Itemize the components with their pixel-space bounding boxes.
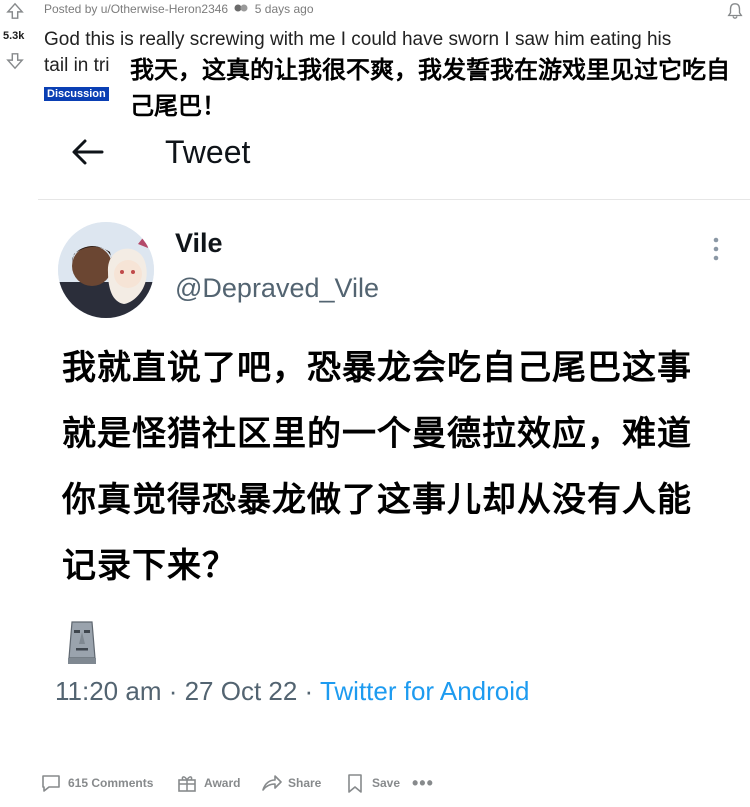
post-title-line2: tail in tri <box>44 55 110 76</box>
more-options-icon <box>708 235 724 265</box>
post-author[interactable]: Posted by u/Otherwise-Heron2346 <box>44 2 228 16</box>
share-icon <box>262 775 282 791</box>
vote-column: 5.3k <box>0 0 40 80</box>
award-label: Award <box>204 776 241 790</box>
post-flair[interactable]: Discussion <box>44 87 109 101</box>
avatar <box>58 222 154 318</box>
display-name: Vile <box>175 228 223 258</box>
moai-icon <box>62 618 102 666</box>
tweet-timestamp: 11:20 am · 27 Oct 22 · Twitter for Andro… <box>55 676 530 707</box>
comments-label: 615 Comments <box>68 776 154 790</box>
share-button[interactable]: Share <box>260 768 321 798</box>
user-handle: @Depraved_Vile <box>175 273 380 303</box>
award-button[interactable]: Award <box>176 768 240 798</box>
tweet-header-title: Tweet <box>165 134 251 170</box>
downvote-icon[interactable] <box>6 52 24 70</box>
tweet-source-link: Twitter for Android <box>319 676 530 706</box>
more-actions-button[interactable]: ••• <box>412 768 434 798</box>
bookmark-icon <box>348 774 362 793</box>
header-divider <box>38 199 750 200</box>
tweet-time-text: 11:20 am · 27 Oct 22 · <box>55 676 320 706</box>
share-label: Share <box>288 776 322 790</box>
upvote-icon[interactable] <box>6 2 24 20</box>
post-title-line1: God this is really screwing with me I co… <box>44 29 672 50</box>
save-button[interactable]: Save <box>344 768 400 798</box>
back-arrow-icon <box>70 138 104 166</box>
comments-button[interactable]: 615 Comments <box>40 768 153 798</box>
vote-score: 5.3k <box>3 30 25 42</box>
gift-icon <box>178 776 196 792</box>
post-age: 5 days ago <box>254 2 314 16</box>
title-translation-overlay: 我天，这真的让我很不爽，我发誓我在游戏里见过它吃自己尾巴！ <box>130 52 750 124</box>
tweet-body: 我就直说了吧，恐暴龙会吃自己尾巴这事就是怪猎社区里的一个曼德拉效应，难道你真觉得… <box>62 348 692 586</box>
post-meta: Posted by u/Otherwise-Heron2346 5 days a… <box>44 2 314 16</box>
bell-icon[interactable] <box>726 2 744 20</box>
award-badge-icon <box>234 2 248 14</box>
comment-icon <box>42 775 60 792</box>
save-label: Save <box>372 776 401 790</box>
